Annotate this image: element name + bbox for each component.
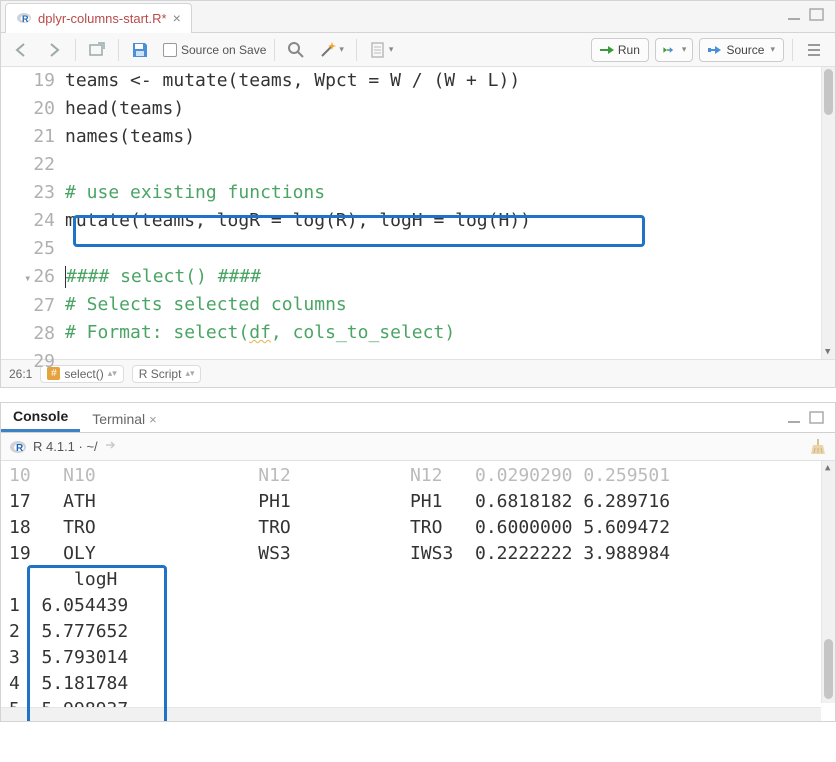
code-area[interactable]: teams <- mutate(teams, Wpct = W / (W + L… — [65, 67, 835, 359]
rerun-icon — [662, 43, 676, 57]
console-vertical-scrollbar[interactable]: ▲ — [821, 461, 835, 703]
r-logo-icon: R — [9, 438, 27, 456]
outline-icon[interactable] — [801, 38, 827, 62]
popout-icon[interactable] — [104, 438, 118, 455]
tab-title: dplyr-columns-start.R* — [38, 11, 167, 26]
line-number-gutter: 19202122232425▾26272829 — [1, 67, 65, 359]
scroll-up-icon[interactable]: ▲ — [825, 463, 830, 473]
editor-toolbar: Source on Save ▾ ▾ Run ▾ Source ▾ — [1, 33, 835, 67]
scrollbar-thumb[interactable] — [824, 639, 833, 699]
find-icon[interactable] — [283, 38, 309, 62]
pane-window-controls — [777, 411, 835, 432]
run-button[interactable]: Run — [591, 38, 649, 62]
console-output[interactable]: ▲ 10 N10 N12 N12 0.0290290 0.25950117 AT… — [1, 461, 835, 721]
close-icon[interactable]: × — [173, 10, 181, 26]
editor-body[interactable]: 19202122232425▾26272829 teams <- mutate(… — [1, 67, 835, 359]
svg-text:R: R — [16, 443, 24, 454]
scroll-down-icon[interactable]: ▼ — [825, 347, 830, 357]
console-tab-strip: Console Terminal× — [1, 403, 835, 433]
maximize-icon[interactable] — [809, 8, 825, 25]
tab-console[interactable]: Console — [1, 402, 80, 432]
source-button[interactable]: Source ▾ — [699, 38, 784, 62]
pane-window-controls — [787, 8, 835, 25]
svg-text:R: R — [22, 14, 29, 24]
scrollbar-thumb[interactable] — [824, 69, 833, 115]
editor-tab[interactable]: R dplyr-columns-start.R* × — [5, 3, 192, 33]
editor-tab-strip: R dplyr-columns-start.R* × — [1, 1, 835, 33]
open-in-window-icon[interactable] — [84, 38, 110, 62]
close-icon[interactable]: × — [149, 412, 157, 427]
r-file-icon: R — [16, 10, 32, 26]
rerun-button[interactable]: ▾ — [655, 38, 694, 62]
clear-console-icon[interactable] — [809, 438, 827, 456]
minimize-icon[interactable] — [787, 8, 803, 25]
notebook-icon[interactable]: ▾ — [365, 38, 398, 62]
source-editor-pane: R dplyr-columns-start.R* × Source on Sav… — [0, 0, 836, 388]
forward-icon[interactable] — [41, 38, 67, 62]
console-horizontal-scrollbar[interactable] — [1, 707, 821, 721]
wand-icon[interactable]: ▾ — [315, 38, 348, 62]
source-on-save-label: Source on Save — [181, 43, 266, 57]
editor-vertical-scrollbar[interactable]: ▼ — [821, 67, 835, 359]
r-version-label: R 4.1.1 · ~/ — [33, 439, 98, 454]
run-icon — [600, 43, 614, 57]
save-icon[interactable] — [127, 38, 153, 62]
maximize-icon[interactable] — [809, 411, 825, 428]
back-icon[interactable] — [9, 38, 35, 62]
tab-terminal[interactable]: Terminal× — [80, 405, 169, 432]
console-toolbar: R R 4.1.1 · ~/ — [1, 433, 835, 461]
source-on-save-checkbox[interactable] — [163, 43, 177, 57]
source-icon — [708, 43, 722, 57]
console-pane: Console Terminal× R R 4.1.1 · ~/ ▲ 10 N1… — [0, 402, 836, 722]
minimize-icon[interactable] — [787, 411, 803, 428]
